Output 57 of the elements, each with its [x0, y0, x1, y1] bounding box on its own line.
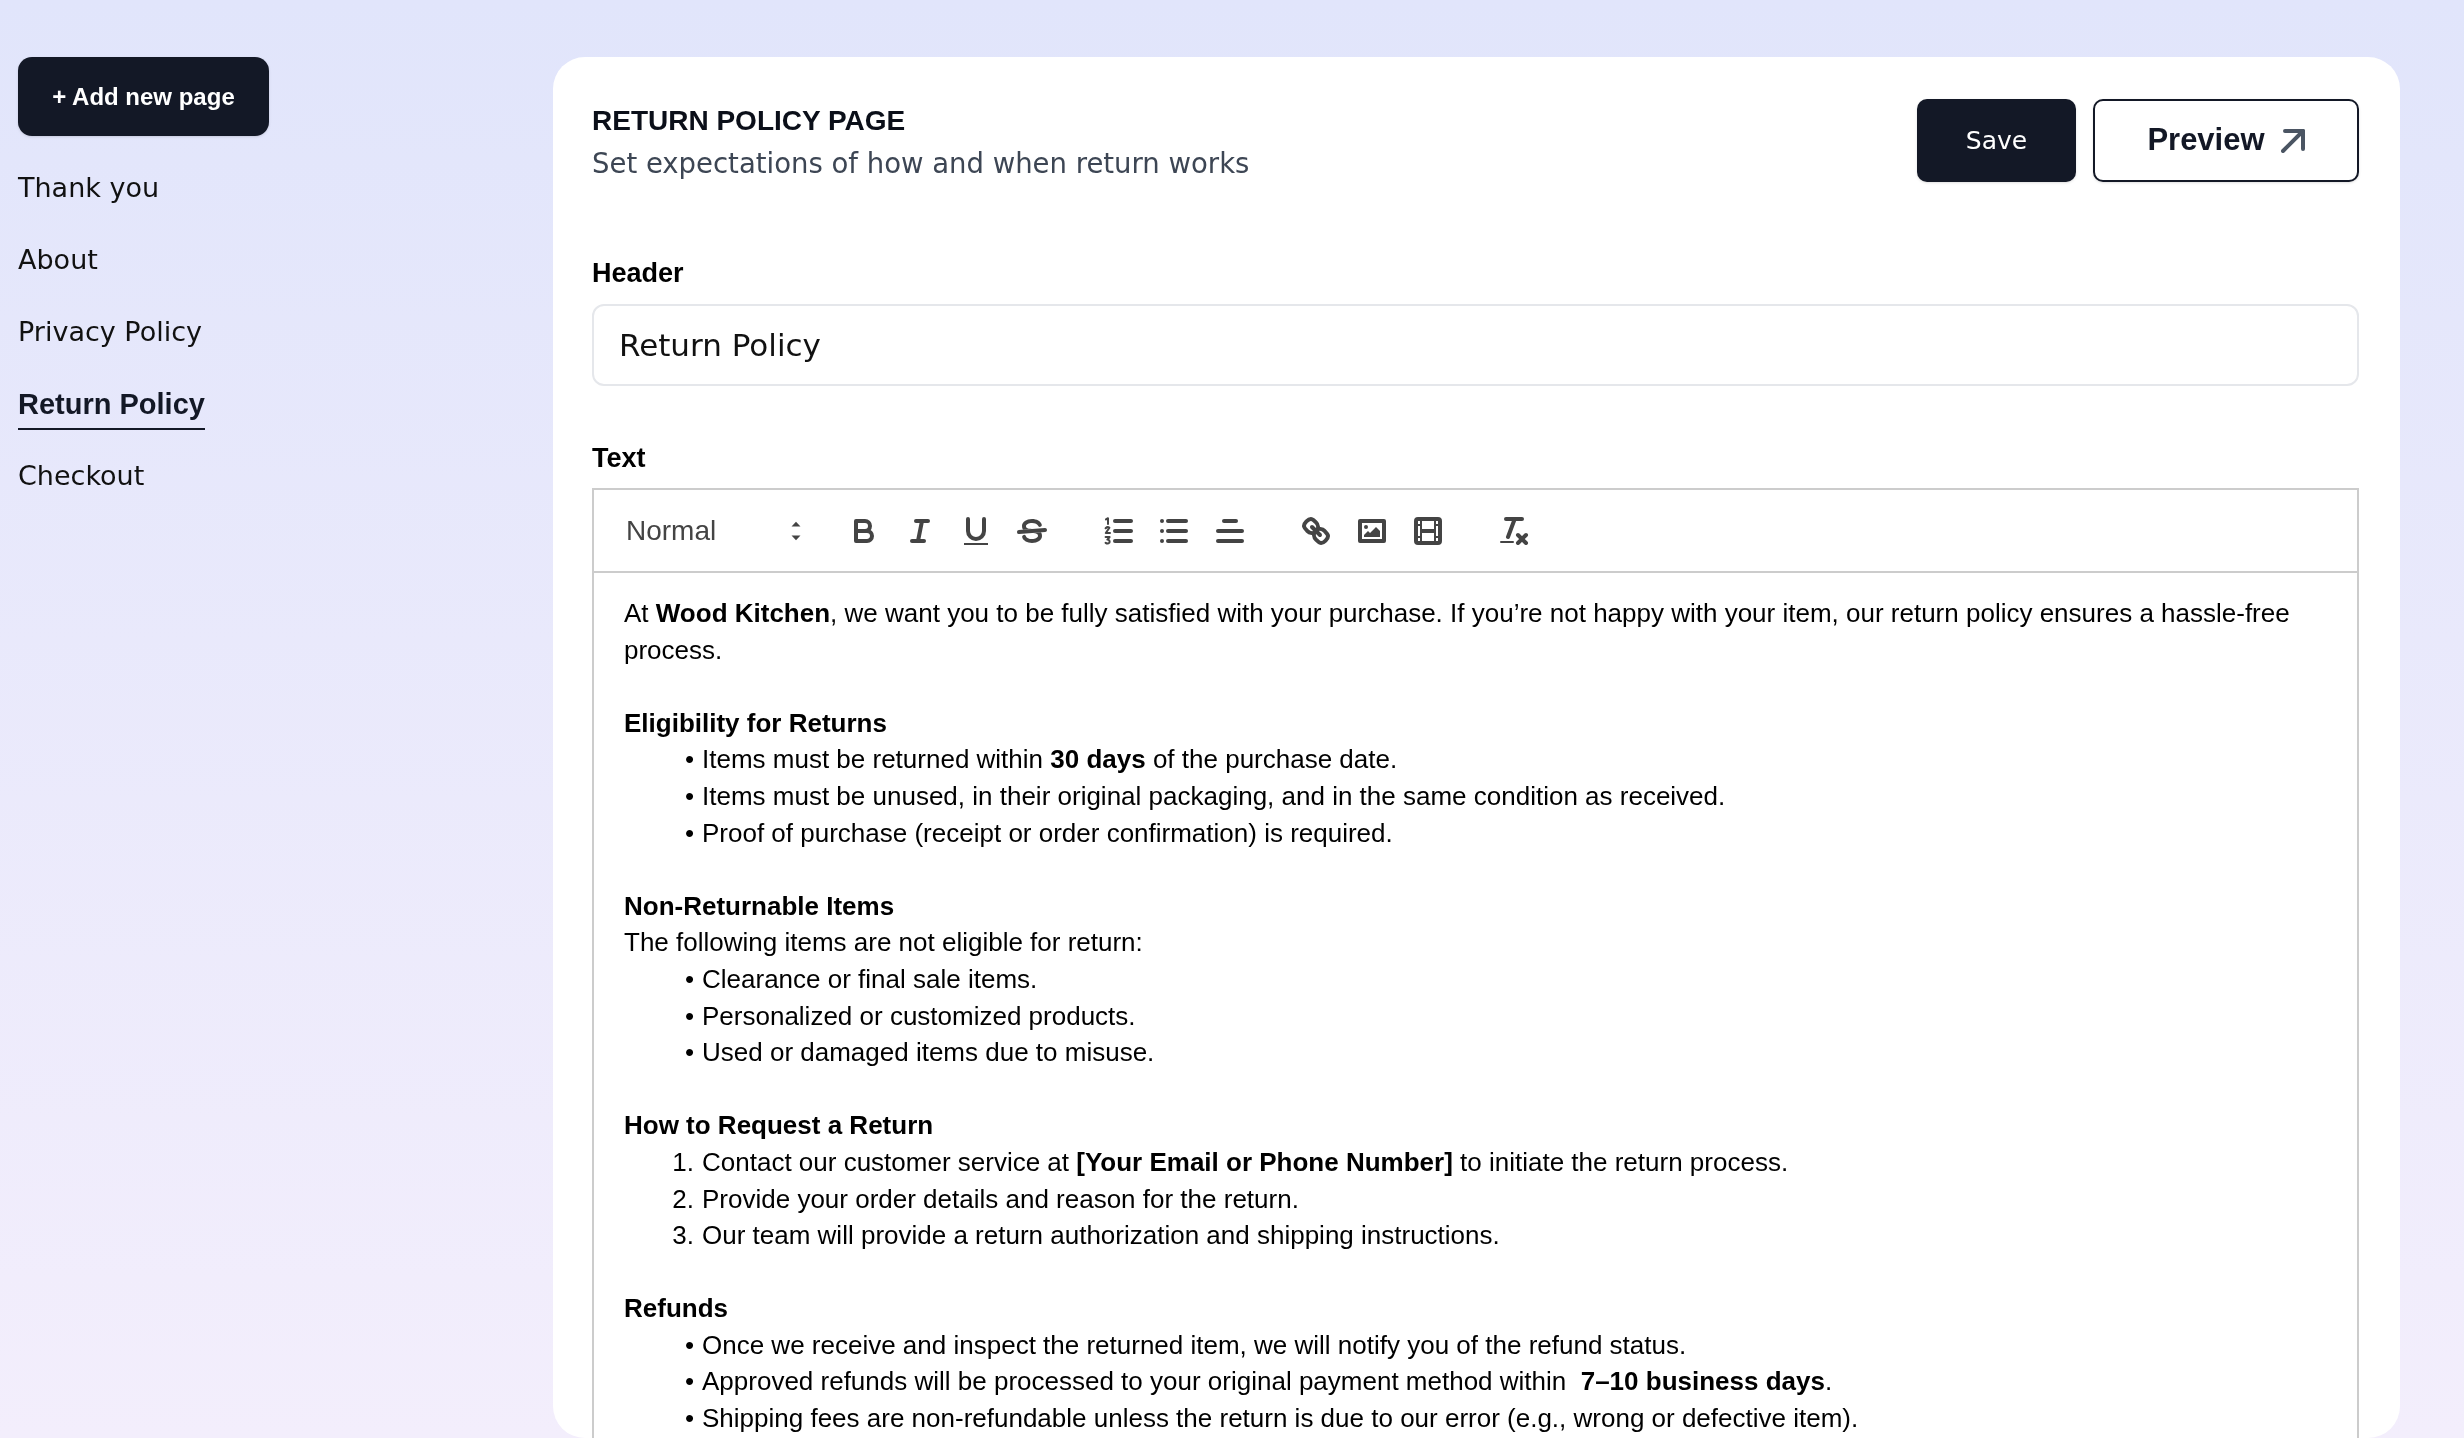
list-item-text: Items must be returned within 30 days of the purchase date. [702, 743, 1398, 777]
list-marker: • [684, 1402, 694, 1436]
up-down-caret-icon [790, 520, 802, 541]
list-item-text: Shipping fees are non-refundable unless the return is due to our error (e.g., wrong or defective item). [702, 1402, 1859, 1436]
film-icon [1414, 516, 1442, 545]
list-item-text: Contact our customer service at [Your Email or Phone Number] to initiate the return process. [702, 1145, 1789, 1179]
link-icon [1302, 516, 1330, 545]
list-marker: • [684, 816, 694, 850]
add-page-button[interactable]: + Add new page [18, 57, 269, 136]
list-item-text: Personalized or customized products. [702, 999, 1136, 1033]
list-marker: • [684, 962, 694, 996]
arrow-up-right-icon [2280, 128, 2305, 153]
field-label: Text [592, 442, 646, 474]
sidebar-item[interactable]: Checkout [18, 458, 145, 494]
list-item-text: Provide your order details and reason for the return. [702, 1182, 1299, 1216]
sidebar-item[interactable]: Privacy Policy [18, 314, 202, 350]
page-subtitle: Set expectations of how and when return works [592, 146, 1250, 181]
numbered-list-icon [1103, 516, 1133, 545]
strikethrough-icon [1017, 518, 1047, 543]
list-item-text: Clearance or final sale items. [702, 962, 1038, 996]
editor-paragraph: The following items are not eligible for return: [624, 926, 1143, 960]
bullet-list-icon [1160, 518, 1188, 543]
list-marker: • [684, 1036, 694, 1070]
list-item-text: Used or damaged items due to misuse. [702, 1036, 1155, 1070]
section-heading: Non-Returnable Items [624, 889, 895, 923]
list-marker: 3. [672, 1219, 694, 1253]
list-marker: • [684, 1328, 694, 1362]
list-item-text: Our team will provide a return authorization and shipping instructions. [702, 1219, 1500, 1253]
section-heading: Refunds [624, 1292, 728, 1326]
list-marker: • [684, 1365, 694, 1399]
underline-icon [964, 516, 988, 545]
format-dropdown[interactable]: Normal [610, 506, 806, 555]
save-button[interactable]: Save [1917, 99, 2076, 182]
preview-button[interactable]: Preview [2093, 99, 2359, 182]
list-item-text: Once we receive and inspect the returned item, we will notify you of the refund status. [702, 1328, 1687, 1362]
section-heading: How to Request a Return [624, 1109, 934, 1143]
bold-icon [854, 518, 874, 543]
list-marker: • [684, 743, 694, 777]
field-label: Header [592, 257, 684, 289]
sidebar-item[interactable]: About [18, 242, 98, 278]
image-icon [1358, 518, 1386, 543]
sidebar-item[interactable]: Thank you [18, 170, 160, 206]
sidebar-item[interactable]: Return Policy [18, 386, 205, 430]
header-input[interactable]: Return Policy [592, 304, 2359, 386]
clear-formatting-icon [1499, 516, 1529, 545]
list-item-text: Proof of purchase (receipt or order confirmation) is required. [702, 816, 1393, 850]
list-item-text: Approved refunds will be processed to your original payment method within 7–10 business days. [702, 1365, 1833, 1399]
list-marker: • [684, 999, 694, 1033]
editor-paragraph: At Wood Kitchen, we want you to be fully satisfied with your purchase. If you’re not happy with your item, our return policy ensures a hassle-free process. [624, 597, 2291, 667]
align-center-icon [1216, 518, 1244, 543]
italic-icon [910, 518, 930, 543]
list-marker: 1. [672, 1145, 694, 1179]
list-marker: • [684, 779, 694, 813]
list-item-text: Items must be unused, in their original packaging, and in the same condition as received. [702, 779, 1726, 813]
page-title: RETURN POLICY PAGE [592, 104, 906, 138]
list-marker: 2. [672, 1182, 694, 1216]
section-heading: Eligibility for Returns [624, 706, 887, 740]
